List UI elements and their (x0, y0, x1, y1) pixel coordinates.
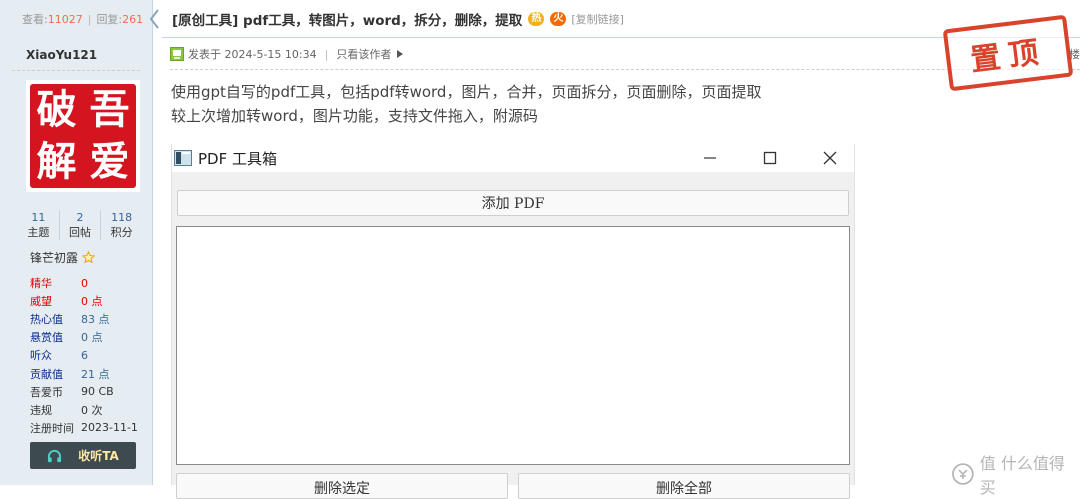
count-label: 主题 (27, 226, 50, 239)
count-value: 11 (31, 211, 46, 224)
post-title: [原创工具] pdf工具，转图片，word，拆分，删除，提取 (172, 12, 523, 29)
attribute-key: 注册时间 (30, 421, 74, 435)
attribute-value: 0 (81, 276, 88, 290)
attribute-row: 贡献值 21 点 (30, 364, 138, 382)
delete-all-button[interactable]: 删除全部 (518, 473, 850, 499)
follow-button[interactable]: 收听TA (30, 442, 136, 469)
avatar-char: 吾 (89, 86, 130, 133)
avatar[interactable]: 破 吾 解 爱 (26, 80, 140, 192)
watermark-text: 值 什么值得买 (979, 454, 1065, 497)
attribute-key: 热心值 (30, 313, 63, 327)
attribute-value: 2023-11-1 (81, 421, 138, 435)
attribute-row: 热心值 83 点 (30, 310, 138, 328)
post-body: 使用gpt自写的pdf工具，包括pdf转word，图片，合并，页面拆分，页面删除… (171, 80, 761, 128)
hot-badge: 热 (528, 11, 545, 26)
avatar-char: 解 (36, 138, 77, 185)
pdf-tool-window: PDF 工具箱 添加 PDF 删除选定 删除全部 (171, 144, 855, 499)
count-points[interactable]: 118 积分 (101, 210, 142, 240)
avatar-char: 爱 (89, 138, 130, 185)
fire-badge: 火 (550, 11, 567, 26)
user-rank: 锋芒初露 (30, 249, 96, 266)
count-label: 回帖 (69, 226, 91, 239)
attribute-value: 0 次 (81, 403, 103, 417)
replies-count: 261 (122, 12, 144, 26)
maximize-icon (763, 151, 777, 165)
delete-selected-button[interactable]: 删除选定 (176, 473, 508, 499)
attribute-value: 21 点 (81, 367, 110, 381)
chevron-left-icon (149, 9, 159, 29)
replies-label: 回复: (96, 13, 123, 26)
window-titlebar: PDF 工具箱 (172, 144, 854, 172)
user-sidebar: XiaoYu121 破 吾 解 爱 11 主题 2 回帖 118 积分 锋芒初露… (0, 38, 153, 485)
copy-link[interactable]: [复制链接] (571, 11, 624, 27)
star-icon (82, 251, 96, 264)
app-icon (174, 150, 192, 166)
attribute-value: 90 CB (81, 385, 114, 399)
username[interactable]: XiaoYu121 (26, 48, 97, 62)
follow-button-label: 收听TA (78, 449, 119, 463)
attribute-key: 威望 (30, 295, 52, 309)
avatar-char: 破 (36, 86, 77, 133)
avatar-seal: 破 吾 解 爱 (30, 84, 136, 188)
author-icon (170, 47, 184, 61)
count-topics[interactable]: 11 主题 (18, 210, 60, 240)
play-icon (397, 50, 404, 58)
headphones-icon (48, 449, 62, 462)
attribute-value: 6 (81, 348, 88, 362)
views-count: 11027 (47, 12, 83, 26)
attribute-key: 违规 (30, 403, 52, 417)
attribute-key: 吾爱币 (30, 385, 63, 399)
stamp-text: 置顶 (968, 34, 1049, 79)
author-only-link[interactable]: 只看该作者 (336, 46, 391, 62)
count-value: 118 (111, 211, 133, 224)
attribute-value: 83 点 (81, 313, 110, 327)
attribute-row: 精华 0 (30, 274, 138, 292)
count-replies[interactable]: 2 回帖 (60, 210, 102, 240)
close-button[interactable] (802, 144, 858, 172)
user-attributes: 精华 0 威望 0 点热心值 83 点悬赏值 0 点听众 6 贡献值 21 点吾爱币 90 CB 违… (30, 274, 138, 437)
user-counts: 11 主题 2 回帖 118 积分 (18, 210, 142, 240)
post-body-line: 使用gpt自写的pdf工具，包括pdf转word，图片，合并，页面拆分，页面删除… (171, 83, 762, 101)
smzdm-logo-icon (952, 463, 974, 485)
attribute-key: 悬赏值 (30, 331, 63, 345)
attribute-key: 听众 (30, 349, 52, 363)
stats-separator: | (87, 12, 92, 26)
attribute-row: 悬赏值 0 点 (30, 328, 138, 346)
divider (12, 70, 140, 71)
window-title: PDF 工具箱 (198, 150, 277, 168)
minimize-icon (704, 157, 716, 159)
maximize-button[interactable] (742, 144, 798, 172)
attribute-key: 贡献值 (30, 367, 63, 381)
attribute-value: 0 点 (81, 331, 103, 345)
attribute-row: 吾爱币 90 CB (30, 383, 138, 401)
close-icon (823, 151, 837, 165)
meta-separator: | (324, 47, 329, 61)
thread-stats: 查看: 11027 | 回复: 261 (0, 0, 153, 38)
views-label: 查看: (22, 13, 48, 26)
floor-tag: 楼 (1069, 48, 1080, 61)
attribute-key: 精华 (30, 277, 52, 291)
watermark: 值 什么值得买 (952, 450, 1080, 498)
attribute-row: 违规 0 次 (30, 401, 138, 419)
count-value: 2 (76, 211, 84, 224)
count-label: 积分 (110, 226, 133, 239)
post-meta: 发表于 2024-5-15 10:34 | 只看该作者 (170, 46, 404, 62)
attribute-row: 威望 0 点 (30, 292, 138, 310)
rank-label[interactable]: 锋芒初露 (30, 249, 78, 266)
minimize-button[interactable] (682, 144, 738, 172)
file-list[interactable] (176, 226, 850, 465)
attribute-row: 注册时间 2023-11-1 (30, 419, 138, 437)
post-body-line: 较上次增加转word，图片功能，支持文件拖入，附源码 (171, 107, 538, 125)
divider (170, 69, 1080, 70)
posted-at: 发表于 2024-5-15 10:34 (188, 48, 317, 61)
attribute-value: 0 点 (81, 295, 103, 309)
attribute-row: 听众 6 (30, 346, 138, 364)
add-pdf-button[interactable]: 添加 PDF (177, 190, 849, 216)
